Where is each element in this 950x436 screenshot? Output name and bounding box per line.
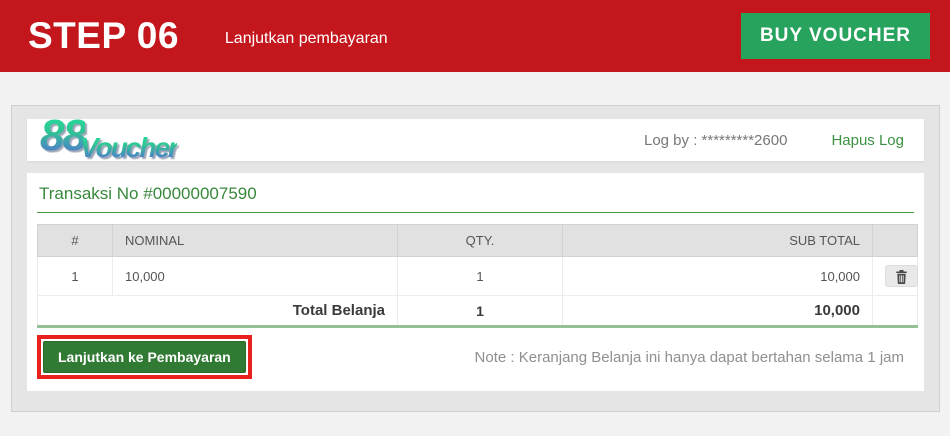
column-header-action [873,225,918,257]
transaction-title: Transaksi No #00000007590 [37,173,914,213]
step-header: STEP 06 Lanjutkan pembayaran BUY VOUCHER [0,0,950,72]
row-nominal-cell: 10,000 [113,257,398,296]
highlight-annotation-box: Lanjutkan ke Pembayaran [37,335,252,379]
step-title: STEP 06 [28,15,179,57]
column-header-qty: QTY. [398,225,563,257]
logo-bar: 88Voucher Log by : *********2600 Hapus L… [27,119,924,161]
content-container: 88Voucher Log by : *********2600 Hapus L… [11,105,940,412]
table-header-row: # NOMINAL QTY. SUB TOTAL [38,225,918,257]
continue-payment-button[interactable]: Lanjutkan ke Pembayaran [43,341,246,373]
row-subtotal-cell: 10,000 [563,257,873,296]
row-action-cell [873,257,918,296]
table-row: 1 10,000 1 10,000 [38,257,918,296]
hapus-log-link[interactable]: Hapus Log [831,132,904,149]
logo-88-text: 88 [40,114,85,158]
buy-voucher-button[interactable]: BUY VOUCHER [741,13,930,59]
column-header-no: # [38,225,113,257]
column-header-nominal: NOMINAL [113,225,398,257]
total-subtotal: 10,000 [563,296,873,327]
session-info: Log by : *********2600 Hapus Log [644,132,904,149]
total-qty: 1 [398,296,563,327]
total-action-cell [873,296,918,327]
site-logo[interactable]: 88Voucher [40,114,177,162]
cart-table: # NOMINAL QTY. SUB TOTAL 1 10,000 1 10,0… [37,224,918,328]
delete-item-button[interactable] [885,265,918,287]
trash-icon [895,272,908,287]
transaction-card: Transaksi No #00000007590 # NOMINAL QTY.… [27,173,924,391]
step-subtitle: Lanjutkan pembayaran [225,25,388,48]
cart-expiry-note: Note : Keranjang Belanja ini hanya dapat… [475,349,914,366]
total-row: Total Belanja 1 10,000 [38,296,918,327]
logo-voucher-text: Voucher [80,134,177,162]
total-label: Total Belanja [38,296,398,327]
row-number-cell: 1 [38,257,113,296]
log-by-text: Log by : *********2600 [644,132,787,149]
row-qty-cell: 1 [398,257,563,296]
column-header-subtotal: SUB TOTAL [563,225,873,257]
page: STEP 06 Lanjutkan pembayaran BUY VOUCHER… [0,0,950,412]
card-footer: Lanjutkan ke Pembayaran Note : Keranjang… [37,335,914,379]
